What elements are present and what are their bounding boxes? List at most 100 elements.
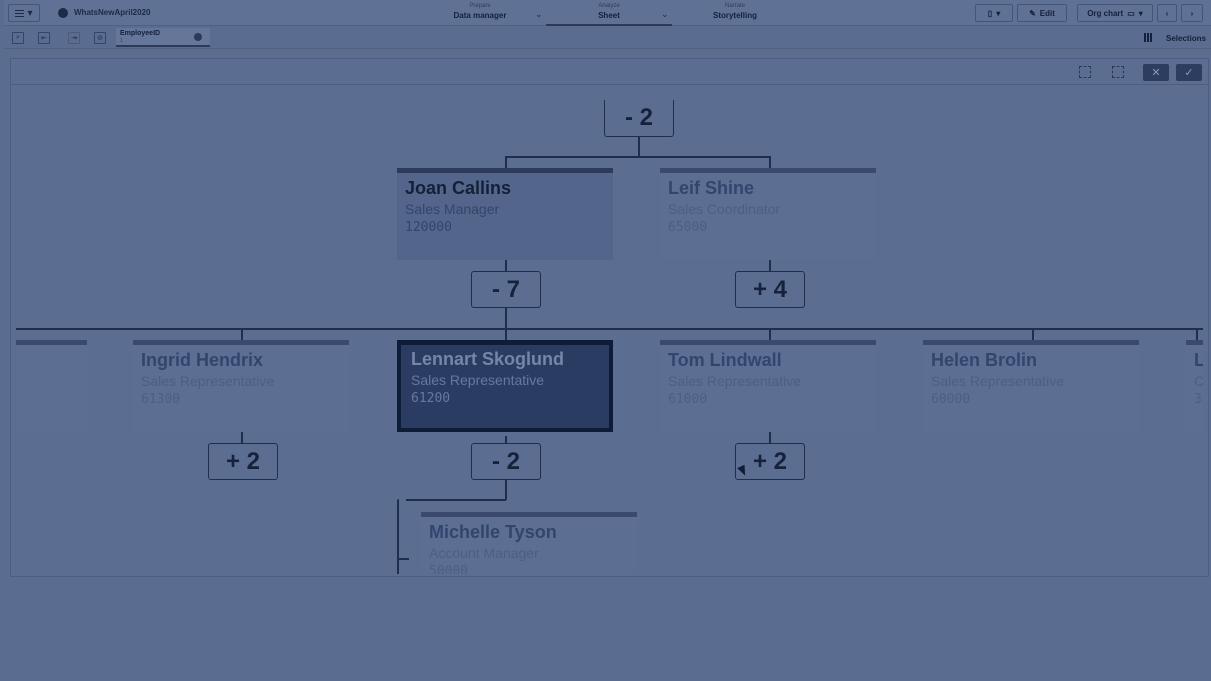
node-value: 61000	[668, 392, 708, 407]
org-node[interactable]	[16, 340, 87, 432]
chevron-down-icon: ▾	[996, 8, 1001, 18]
connector-line	[769, 156, 771, 168]
connector-line	[397, 558, 409, 560]
expand-collapse-button[interactable]: - 2	[471, 443, 541, 480]
org-node[interactable]: Ingrid Hendrix Sales Representative 6130…	[133, 340, 349, 432]
next-sheet-button[interactable]: ›	[1181, 4, 1203, 22]
step-forward-icon[interactable]: ⇥	[68, 32, 80, 44]
connector-line	[505, 308, 507, 328]
selection-field-value: 1	[120, 38, 123, 44]
selections-tool-label[interactable]: Selections	[1166, 34, 1206, 43]
edit-label: Edit	[1039, 8, 1055, 18]
hamburger-icon	[15, 9, 25, 17]
node-role: Sales Representative	[141, 373, 275, 389]
node-name: Lennart Skoglund	[411, 349, 564, 369]
tab-narrate-caption: Narrate	[724, 3, 745, 9]
node-role: Sales Representative	[411, 372, 545, 388]
connector-line	[241, 328, 243, 340]
connector-line	[406, 499, 506, 501]
chevron-down-icon: ▾	[1138, 8, 1143, 18]
sheet-icon: ▭	[1127, 8, 1135, 18]
app-title: WhatsNewApril2020	[74, 8, 151, 17]
connector-line	[397, 499, 399, 574]
selection-field-label: EmployeeID	[120, 30, 161, 37]
org-node[interactable]: L C 3	[1186, 340, 1203, 432]
lasso-select-icon[interactable]	[1079, 66, 1091, 78]
node-value: 50000	[429, 564, 469, 574]
node-name: Helen Brolin	[931, 350, 1038, 370]
org-node[interactable]: Leif Shine Sales Coordinator 65000	[660, 168, 876, 260]
clear-all-icon[interactable]: ⊘	[94, 32, 106, 44]
sheet-name: Org chart	[1087, 8, 1124, 18]
selections-grid-icon[interactable]	[1144, 33, 1153, 42]
bookmark-button[interactable]: ▯ ▾	[975, 4, 1013, 22]
tab-analyze[interactable]: Analyze Sheet	[546, 2, 672, 26]
edit-button[interactable]: ✎ Edit	[1017, 4, 1067, 22]
clear-selection-icon[interactable]	[1112, 66, 1124, 78]
node-role: Sales Representative	[931, 373, 1065, 389]
node-value: 61300	[141, 392, 181, 407]
cancel-selection-button[interactable]: ✕	[1143, 64, 1169, 81]
node-value: 120000	[405, 220, 452, 235]
connector-line	[1032, 328, 1034, 340]
expand-collapse-button[interactable]: + 4	[735, 271, 805, 308]
chevron-right-icon: ›	[1190, 8, 1194, 18]
node-name: L	[1194, 350, 1203, 370]
node-name: Joan Callins	[405, 178, 512, 198]
app-icon	[58, 8, 68, 18]
node-value: 60000	[931, 392, 971, 407]
check-icon: ✓	[1184, 67, 1194, 79]
connector-line	[16, 328, 1203, 330]
node-role: Sales Coordinator	[668, 201, 781, 217]
org-node[interactable]: Helen Brolin Sales Representative 60000	[923, 340, 1139, 432]
tab-narrate[interactable]: Narrate Storytelling	[690, 2, 780, 26]
panel-toolbar	[11, 59, 1208, 85]
connector-line	[769, 328, 771, 340]
pencil-icon: ✎	[1029, 8, 1036, 18]
node-value: 65000	[668, 220, 708, 235]
node-role: Account Manager	[429, 545, 539, 561]
expand-collapse-button[interactable]: + 2	[208, 443, 278, 480]
node-role: Sales Manager	[405, 201, 500, 217]
chevron-left-icon: ‹	[1165, 8, 1169, 18]
chevron-down-icon[interactable]: ⌄	[535, 9, 543, 20]
org-node[interactable]: Michelle Tyson Account Manager 50000	[421, 512, 637, 574]
node-role: Sales Representative	[668, 373, 802, 389]
expander-label: + 4	[752, 275, 788, 303]
chevron-down-icon: ▾	[27, 7, 33, 19]
org-chart: - 2 Joan Callins Sales Manager 120000 - …	[16, 86, 1203, 574]
clear-selection-icon[interactable]	[194, 33, 202, 41]
bookmark-icon: ▯	[987, 8, 993, 18]
node-role: C	[1194, 373, 1203, 389]
step-back-icon[interactable]: ⇤	[38, 32, 50, 44]
expand-collapse-button[interactable]: - 2	[604, 100, 674, 137]
navigation-menu-button[interactable]: ▾	[8, 4, 40, 22]
expander-label: - 7	[491, 275, 520, 303]
expander-label: - 2	[491, 447, 520, 475]
confirm-selection-button[interactable]: ✓	[1176, 64, 1202, 81]
connector-line	[505, 328, 507, 340]
org-node[interactable]: Joan Callins Sales Manager 120000	[397, 168, 613, 260]
smart-search-icon[interactable]: ⌕	[12, 32, 24, 44]
node-value: 3	[1194, 392, 1202, 407]
previous-sheet-button[interactable]: ‹	[1157, 4, 1177, 22]
expander-label: + 2	[225, 447, 261, 475]
connector-line	[505, 480, 507, 500]
org-node-selected[interactable]: Lennart Skoglund Sales Representative 61…	[397, 340, 613, 432]
tab-analyze-label: Sheet	[598, 11, 620, 20]
selection-chip-employeeid[interactable]: EmployeeID 1	[116, 28, 210, 47]
tab-prepare-label: Data manager	[453, 11, 507, 20]
expand-collapse-button[interactable]: - 7	[471, 271, 541, 308]
tab-prepare[interactable]: Prepare Data manager	[430, 2, 530, 26]
close-icon: ✕	[1151, 67, 1161, 79]
sheet-selector[interactable]: Org chart ▭ ▾	[1077, 4, 1153, 22]
node-value: 61200	[411, 391, 451, 406]
connector-line	[505, 156, 770, 158]
connector-line	[505, 156, 507, 168]
node-name: Tom Lindwall	[668, 350, 782, 370]
org-node[interactable]: Tom Lindwall Sales Representative 61000	[660, 340, 876, 432]
expander-label: + 2	[752, 447, 788, 475]
chevron-down-icon[interactable]: ⌄	[661, 9, 669, 20]
expander-label: - 2	[624, 104, 653, 131]
connector-line	[1196, 328, 1198, 340]
